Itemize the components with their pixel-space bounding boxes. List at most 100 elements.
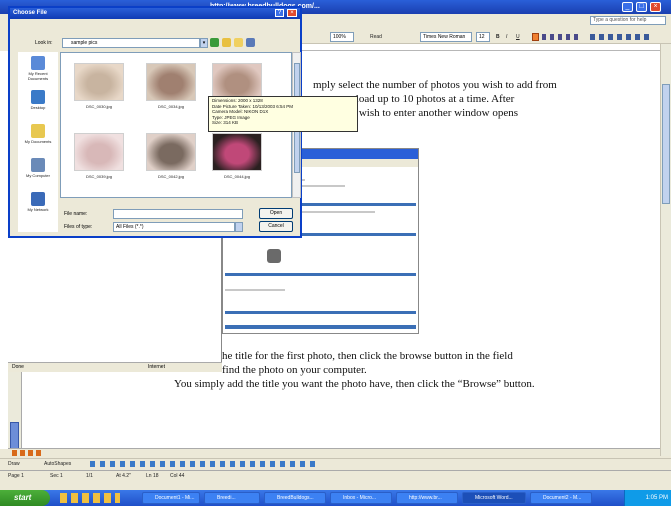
browser-window bbox=[8, 220, 222, 372]
document-scrollbar[interactable] bbox=[660, 44, 671, 456]
back-icon[interactable] bbox=[210, 38, 219, 47]
photo-thumbnail bbox=[74, 133, 124, 171]
task-button[interactable]: Breedi... bbox=[204, 492, 260, 504]
close-icon[interactable]: × bbox=[287, 9, 297, 17]
file-type-label: Files of type: bbox=[64, 224, 93, 230]
status-done: Done bbox=[12, 364, 24, 370]
place-desktop[interactable]: Desktop bbox=[18, 88, 58, 120]
chevron-down-icon[interactable] bbox=[235, 222, 243, 232]
file-name-label: File name: bbox=[64, 211, 88, 217]
photo-thumbnail bbox=[146, 63, 196, 101]
status-col: Col 44 bbox=[170, 473, 185, 479]
doc-line: find the photo on your computer. bbox=[222, 364, 367, 376]
drawing-toolbar: Draw AutoShapes bbox=[0, 458, 671, 469]
file-thumbnail[interactable]: DSC_0039.jpg bbox=[73, 133, 125, 179]
file-info-tooltip: Dimensions: 2000 x 1328 Date Picture Tak… bbox=[208, 96, 358, 132]
tooltip-line: Size: 314 KB bbox=[212, 120, 239, 126]
place-computer[interactable]: My Computer bbox=[18, 156, 58, 188]
read-button[interactable]: Read bbox=[370, 32, 382, 42]
horizontal-ruler bbox=[300, 44, 671, 51]
file-thumbnail[interactable]: DSC_0042.jpg bbox=[145, 133, 197, 179]
task-button-active[interactable]: Microsoft Word... bbox=[462, 492, 526, 504]
start-button[interactable]: start bbox=[0, 490, 50, 506]
status-zone: Internet bbox=[148, 364, 165, 370]
italic-button[interactable]: I bbox=[506, 32, 507, 42]
file-thumbnail[interactable]: DSC_0030.jpg bbox=[73, 63, 125, 109]
minimize-icon[interactable]: _ bbox=[622, 2, 633, 12]
photo-thumbnail bbox=[74, 63, 124, 101]
left-scrollbar[interactable] bbox=[8, 372, 22, 454]
place-label: My Recent Documents bbox=[27, 71, 49, 81]
status-ln: Ln 18 bbox=[146, 473, 159, 479]
formatting-toolbar: 100% Read Times New Roman 12 B I U bbox=[300, 30, 671, 44]
place-label: My Computer bbox=[25, 173, 50, 178]
place-recent[interactable]: My Recent Documents bbox=[18, 54, 58, 86]
view-buttons[interactable] bbox=[12, 450, 42, 456]
file-name: DSC_0044.jpg bbox=[223, 174, 251, 179]
file-type-select[interactable]: All Files (*.*) bbox=[113, 222, 235, 232]
autoshapes-menu[interactable]: AutoShapes bbox=[44, 461, 71, 467]
scroll-thumb[interactable] bbox=[662, 84, 670, 204]
status-pages: 1/1 bbox=[86, 473, 93, 479]
views-icon[interactable] bbox=[246, 38, 255, 47]
align-left-button[interactable] bbox=[532, 33, 539, 41]
file-name: DSC_0034.jpg bbox=[157, 104, 185, 109]
recent-docs-icon bbox=[31, 56, 45, 70]
look-in-select[interactable]: sample pics bbox=[62, 38, 200, 48]
place-label: My Network bbox=[27, 207, 49, 212]
place-documents[interactable]: My Documents bbox=[18, 122, 58, 154]
maximize-icon[interactable]: □ bbox=[636, 2, 647, 12]
drawing-tools[interactable] bbox=[90, 461, 320, 467]
file-name: DSC_0039.jpg bbox=[85, 174, 113, 179]
doc-line: You simply add the title you want the ph… bbox=[174, 378, 535, 390]
desktop-icon bbox=[31, 90, 45, 104]
doc-line: he title for the first photo, then click… bbox=[222, 350, 513, 362]
places-bar: My Recent Documents Desktop My Documents… bbox=[18, 52, 58, 232]
dialog-title: Choose File bbox=[13, 10, 48, 16]
open-button[interactable]: Open bbox=[259, 208, 293, 219]
task-button[interactable]: Inbox - Micro... bbox=[330, 492, 392, 504]
help-icon[interactable]: ? bbox=[275, 9, 284, 17]
file-name: DSC_0030.jpg bbox=[85, 104, 113, 109]
status-at: At 4.2" bbox=[116, 473, 131, 479]
list-buttons[interactable] bbox=[590, 34, 650, 40]
place-label: Desktop bbox=[30, 105, 46, 110]
photo-thumbnail bbox=[146, 133, 196, 171]
view-buttons-bar bbox=[8, 448, 660, 457]
help-search-input[interactable]: Type a question for help bbox=[590, 16, 666, 25]
file-thumbnail[interactable]: DSC_0034.jpg bbox=[145, 63, 197, 109]
new-folder-icon[interactable] bbox=[234, 38, 243, 47]
close-icon[interactable]: × bbox=[650, 2, 661, 12]
dialog-title-bar: Choose File ? × bbox=[10, 8, 300, 19]
task-button[interactable]: Document1 - Mi... bbox=[142, 492, 200, 504]
file-thumbnail[interactable]: DSC_0044.jpg bbox=[211, 133, 263, 179]
system-tray-clock: 1:05 PM bbox=[624, 490, 671, 506]
draw-menu[interactable]: Draw bbox=[8, 461, 20, 467]
browser-status-bar: Done Internet bbox=[8, 362, 222, 372]
zoom-select[interactable]: 100% bbox=[330, 32, 354, 42]
cancel-button[interactable]: Cancel bbox=[259, 221, 293, 232]
status-sec: Sec 1 bbox=[50, 473, 63, 479]
underline-button[interactable]: U bbox=[516, 32, 520, 42]
bold-button[interactable]: B bbox=[496, 32, 500, 42]
place-network[interactable]: My Network bbox=[18, 190, 58, 222]
task-button[interactable]: http://www.br... bbox=[396, 492, 458, 504]
photo-thumbnail bbox=[212, 133, 262, 171]
folder-icon bbox=[31, 124, 45, 138]
network-icon bbox=[31, 192, 45, 206]
dialog-nav-toolbar bbox=[210, 38, 270, 48]
computer-icon bbox=[31, 158, 45, 172]
doc-line: mply select the number of photos you wis… bbox=[313, 79, 557, 91]
up-folder-icon[interactable] bbox=[222, 38, 231, 47]
paragraph-buttons[interactable] bbox=[542, 34, 582, 40]
task-button[interactable]: BreedBulldogs... bbox=[264, 492, 326, 504]
look-in-label: Look in: bbox=[35, 40, 53, 46]
chevron-down-icon[interactable]: ▾ bbox=[200, 38, 208, 48]
status-bar: Page 1 Sec 1 1/1 At 4.2" Ln 18 Col 44 bbox=[0, 470, 671, 483]
file-name-input[interactable] bbox=[113, 209, 243, 219]
size-select[interactable]: 12 bbox=[476, 32, 490, 42]
task-button[interactable]: Document2 - M... bbox=[530, 492, 592, 504]
status-page: Page 1 bbox=[8, 473, 24, 479]
quick-launch-icons[interactable] bbox=[60, 493, 120, 503]
font-select[interactable]: Times New Roman bbox=[420, 32, 472, 42]
